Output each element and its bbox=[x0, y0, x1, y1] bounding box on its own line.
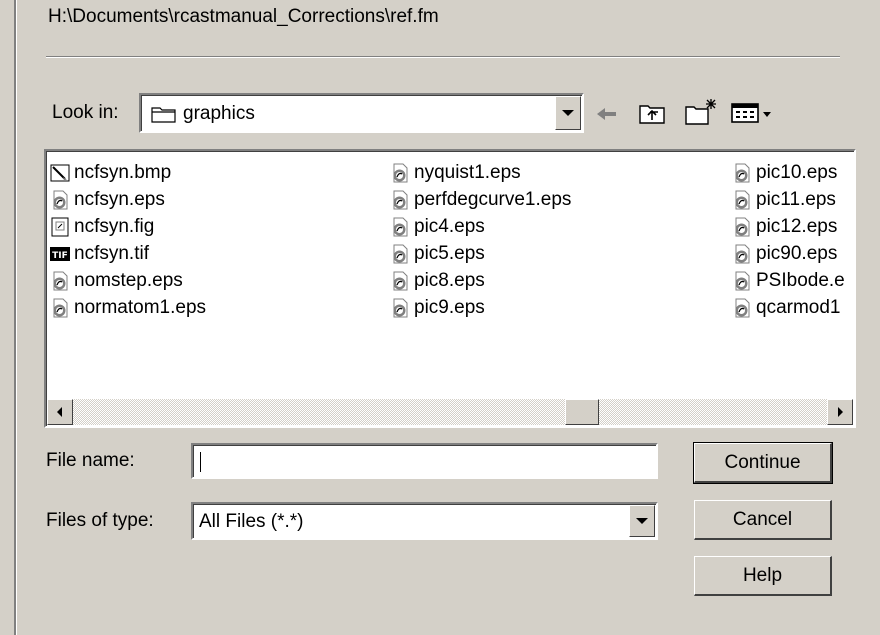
file-name-label: File name: bbox=[46, 450, 135, 471]
file-name-text: normatom1.eps bbox=[74, 297, 207, 318]
back-arrow-icon[interactable] bbox=[594, 103, 620, 130]
file-list-item[interactable]: pic12.eps bbox=[732, 215, 837, 239]
eps-file-icon bbox=[732, 271, 756, 291]
eps-file-icon bbox=[390, 163, 414, 183]
eps-file-icon bbox=[732, 217, 756, 237]
eps-file-icon bbox=[390, 271, 414, 291]
eps-file-icon bbox=[732, 298, 756, 318]
file-type-dropdown[interactable]: All Files (*.*) bbox=[191, 502, 658, 540]
chevron-down-icon bbox=[562, 110, 574, 116]
file-type-value: All Files (*.*) bbox=[199, 511, 304, 532]
continue-button[interactable]: Continue bbox=[693, 442, 833, 484]
horizontal-scrollbar[interactable] bbox=[47, 399, 853, 425]
folder-icon bbox=[151, 104, 177, 129]
chevron-down-icon bbox=[636, 518, 648, 524]
look-in-dropdown[interactable]: graphics bbox=[139, 93, 584, 133]
scroll-right-button[interactable] bbox=[827, 399, 853, 425]
file-name-text: ncfsyn.tif bbox=[74, 243, 149, 264]
eps-file-icon bbox=[390, 298, 414, 318]
svg-text:TIF: TIF bbox=[52, 251, 68, 261]
file-list-item[interactable]: TIF ncfsyn.tif bbox=[50, 242, 149, 266]
file-name-text: pic90.eps bbox=[756, 243, 838, 264]
file-name-text: perfdegcurve1.eps bbox=[414, 189, 572, 210]
text-cursor bbox=[200, 452, 201, 472]
file-name-text: pic5.eps bbox=[414, 243, 485, 264]
eps-file-icon bbox=[50, 271, 74, 291]
tif-file-icon: TIF bbox=[50, 244, 74, 264]
file-name-input[interactable] bbox=[191, 443, 658, 479]
file-list-item[interactable]: ncfsyn.bmp bbox=[50, 161, 171, 185]
cancel-button[interactable]: Cancel bbox=[694, 500, 832, 540]
scroll-thumb[interactable] bbox=[565, 399, 599, 425]
eps-file-icon bbox=[50, 190, 74, 210]
bmp-file-icon bbox=[50, 163, 74, 183]
file-list-item[interactable]: pic5.eps bbox=[390, 242, 485, 266]
new-folder-icon[interactable] bbox=[684, 97, 718, 132]
arrow-right-icon bbox=[838, 407, 843, 417]
file-type-label: Files of type: bbox=[46, 510, 154, 531]
look-in-value: graphics bbox=[183, 103, 255, 124]
file-name-text: pic12.eps bbox=[756, 216, 838, 237]
file-list-item[interactable]: ncfsyn.eps bbox=[50, 188, 165, 212]
eps-file-icon bbox=[732, 190, 756, 210]
file-list-item[interactable]: qcarmod1 bbox=[732, 296, 841, 320]
file-name-text: ncfsyn.eps bbox=[74, 189, 165, 210]
file-name-text: pic9.eps bbox=[414, 297, 485, 318]
file-list-item[interactable]: nomstep.eps bbox=[50, 269, 183, 293]
look-in-label: Look in: bbox=[52, 102, 119, 123]
separator-line bbox=[46, 56, 840, 58]
eps-file-icon bbox=[732, 244, 756, 264]
file-list-item[interactable]: PSIbode.e bbox=[732, 269, 845, 293]
file-list-item[interactable]: pic11.eps bbox=[732, 188, 836, 212]
eps-file-icon bbox=[50, 298, 74, 318]
file-list-item[interactable]: pic90.eps bbox=[732, 242, 837, 266]
arrow-left-icon bbox=[57, 407, 62, 417]
file-list-item[interactable]: pic4.eps bbox=[390, 215, 485, 239]
file-list-item[interactable]: nyquist1.eps bbox=[390, 161, 521, 185]
eps-file-icon bbox=[390, 190, 414, 210]
file-name-text: pic10.eps bbox=[756, 162, 838, 183]
eps-file-icon bbox=[390, 244, 414, 264]
file-name-text: nomstep.eps bbox=[74, 270, 183, 291]
file-name-text: ncfsyn.bmp bbox=[74, 162, 172, 183]
file-name-text: pic11.eps bbox=[756, 189, 836, 210]
eps-file-icon bbox=[732, 163, 756, 183]
file-list-item[interactable]: pic9.eps bbox=[390, 296, 485, 320]
file-name-text: nyquist1.eps bbox=[414, 162, 521, 183]
current-document-path: H:\Documents\rcastmanual_Corrections\ref… bbox=[48, 6, 439, 27]
file-name-text: pic8.eps bbox=[414, 270, 485, 291]
file-name-text: pic4.eps bbox=[414, 216, 485, 237]
look-in-dropdown-button[interactable] bbox=[555, 96, 581, 130]
fig-file-icon bbox=[50, 217, 74, 237]
file-list-item[interactable]: normatom1.eps bbox=[50, 296, 206, 320]
file-list-item[interactable]: pic8.eps bbox=[390, 269, 485, 293]
file-type-dropdown-button[interactable] bbox=[629, 505, 655, 537]
up-folder-icon[interactable] bbox=[638, 100, 668, 131]
file-name-text: qcarmod1 bbox=[756, 297, 841, 318]
file-list-item[interactable]: ncfsyn.fig bbox=[50, 215, 154, 239]
file-list-item[interactable]: perfdegcurve1.eps bbox=[390, 188, 571, 212]
help-button[interactable]: Help bbox=[694, 556, 832, 596]
file-list[interactable]: ncfsyn.bmp ncfsyn.eps ncfsyn.fig TIF ncfsyn.… bbox=[44, 149, 856, 428]
file-list-item[interactable]: pic10.eps bbox=[732, 161, 837, 185]
scroll-left-button[interactable] bbox=[47, 399, 73, 425]
file-name-text: ncfsyn.fig bbox=[74, 216, 155, 237]
file-name-text: PSIbode.e bbox=[756, 270, 845, 291]
view-menu-icon[interactable] bbox=[731, 102, 775, 129]
eps-file-icon bbox=[390, 217, 414, 237]
window-left-edge bbox=[0, 0, 16, 635]
